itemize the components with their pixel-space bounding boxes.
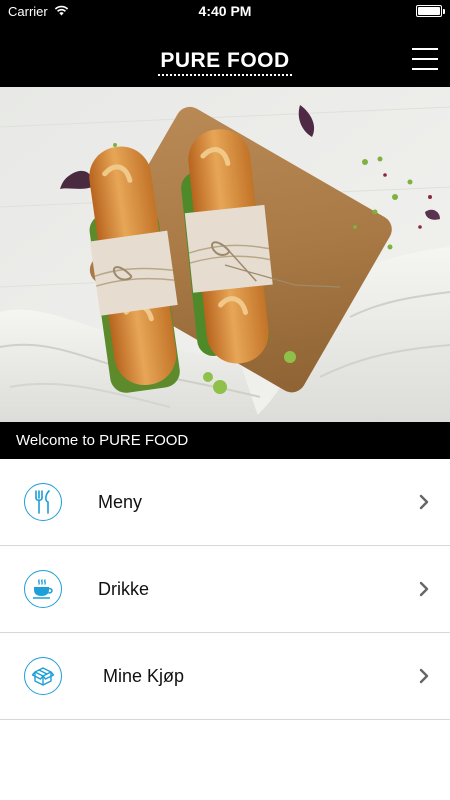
chevron-right-icon bbox=[419, 581, 429, 597]
battery-icon bbox=[416, 5, 445, 17]
chevron-right-icon bbox=[419, 494, 429, 510]
app-title: PURE FOOD bbox=[0, 49, 450, 76]
welcome-text: Welcome to PURE FOOD bbox=[16, 432, 189, 449]
carrier-label: Carrier bbox=[8, 3, 48, 19]
menu-item-meny[interactable]: Meny bbox=[0, 459, 450, 546]
menu-item-label: Meny bbox=[98, 491, 143, 512]
main-menu-list: Meny Drikke Mine Kjøp bbox=[0, 459, 450, 720]
status-left: Carrier bbox=[8, 4, 69, 19]
box-icon bbox=[24, 657, 62, 695]
hamburger-menu-icon[interactable] bbox=[412, 48, 438, 72]
menu-item-label: Mine Kjøp bbox=[103, 665, 185, 686]
cutlery-icon bbox=[24, 483, 62, 521]
menu-item-drikke[interactable]: Drikke bbox=[0, 546, 450, 633]
coffee-cup-icon bbox=[24, 570, 62, 608]
welcome-banner: Welcome to PURE FOOD bbox=[0, 422, 450, 459]
menu-item-label: Drikke bbox=[98, 578, 150, 599]
navigation-bar: PURE FOOD bbox=[0, 22, 450, 87]
chevron-right-icon bbox=[419, 668, 429, 684]
app-title-text: PURE FOOD bbox=[158, 50, 292, 76]
hero-image bbox=[0, 87, 450, 422]
status-bar: Carrier 4:40 PM bbox=[0, 0, 450, 22]
wifi-icon bbox=[54, 4, 69, 19]
menu-item-mine-kjop[interactable]: Mine Kjøp bbox=[0, 633, 450, 720]
battery-level bbox=[418, 7, 440, 15]
